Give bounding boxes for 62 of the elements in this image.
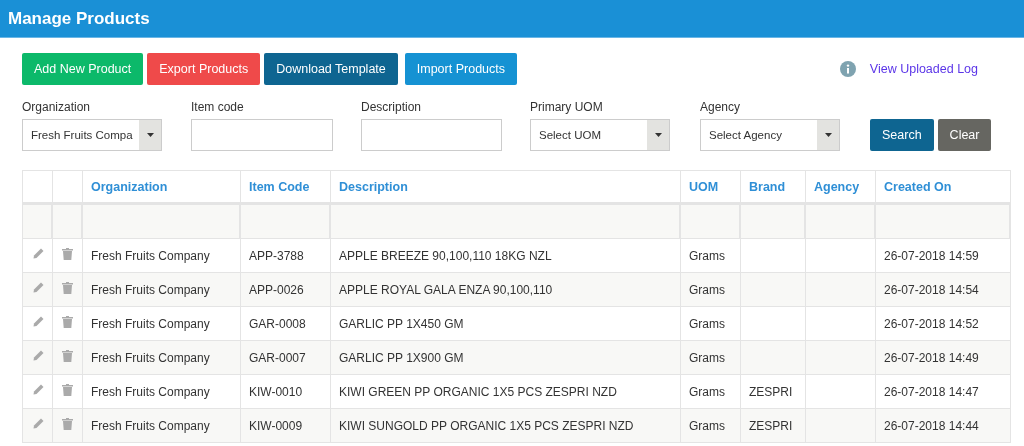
filter-field[interactable] (681, 205, 741, 239)
dropdown[interactable]: Fresh Fruits Compa (22, 119, 162, 151)
table-cell: Grams (681, 341, 741, 375)
trash-icon[interactable] (62, 384, 73, 396)
table-cell (741, 341, 806, 375)
table-cell: Fresh Fruits Company (83, 409, 241, 443)
page-title: Manage Products (0, 0, 1024, 38)
trash-icon[interactable] (62, 282, 73, 294)
edit-icon[interactable] (31, 418, 44, 430)
filter-field[interactable] (83, 205, 241, 239)
input-field[interactable] (191, 119, 333, 151)
caret-icon (146, 133, 154, 137)
table-cell: ZESPRI (741, 409, 806, 443)
input-field[interactable] (361, 119, 502, 151)
trash-icon[interactable] (62, 248, 73, 260)
clear-button[interactable]: Clear (937, 119, 992, 151)
table-cell: Fresh Fruits Company (83, 341, 241, 375)
edit-icon[interactable] (31, 248, 44, 260)
table-cell (806, 273, 876, 307)
dropdown[interactable]: Select Agency (700, 119, 840, 151)
edit-icon[interactable] (31, 282, 44, 294)
filter-field[interactable] (241, 205, 331, 239)
export-button[interactable]: Export Products (147, 52, 261, 85)
edit-icon[interactable] (31, 384, 44, 396)
dropdown[interactable]: Select UOM (530, 119, 670, 151)
field-label: Organization (22, 100, 92, 114)
info-icon (839, 60, 856, 77)
table-cell (806, 409, 876, 443)
field-label: Agency (700, 100, 742, 114)
field-label: Description (361, 100, 423, 114)
field-label: Item code (191, 100, 245, 114)
table-cell: Fresh Fruits Company (83, 273, 241, 307)
table-cell: Grams (681, 273, 741, 307)
trash-icon[interactable] (62, 350, 73, 362)
table-cell: Grams (681, 409, 741, 443)
table-cell: GARLIC PP 1X900 GM (331, 341, 681, 375)
filter-field[interactable] (876, 205, 1011, 239)
table-cell: APPLE ROYAL GALA ENZA 90,100,110 (331, 273, 681, 307)
trash-icon[interactable] (62, 316, 73, 328)
table-cell (806, 341, 876, 375)
table-cell (741, 273, 806, 307)
view-log-link[interactable]: View Uploaded Log (869, 61, 978, 76)
filter-field[interactable] (806, 205, 876, 239)
import-button[interactable]: Import Products (404, 52, 517, 85)
filter-field[interactable] (331, 205, 681, 239)
table-cell: KIWI SUNGOLD PP ORGANIC 1X5 PCS ZESPRI NZD (331, 409, 681, 443)
search-button[interactable]: Search (870, 119, 934, 151)
caret-icon (654, 133, 662, 137)
add-product-button[interactable]: Add New Product (22, 52, 144, 85)
table-cell: 26-07-2018 14:49 (876, 341, 1011, 375)
table-cell: KIW-0009 (241, 409, 331, 443)
edit-icon[interactable] (31, 350, 44, 362)
caret-icon (824, 133, 832, 137)
table-cell: GAR-0007 (241, 341, 331, 375)
filter-field[interactable] (741, 205, 806, 239)
table-cell: 26-07-2018 14:44 (876, 409, 1011, 443)
field-label: Primary UOM (530, 100, 604, 114)
trash-icon[interactable] (62, 418, 73, 430)
edit-icon[interactable] (31, 316, 44, 328)
table-cell: APP-0026 (241, 273, 331, 307)
table-cell: 26-07-2018 14:54 (876, 273, 1011, 307)
download-button[interactable]: Download Template (264, 52, 398, 85)
